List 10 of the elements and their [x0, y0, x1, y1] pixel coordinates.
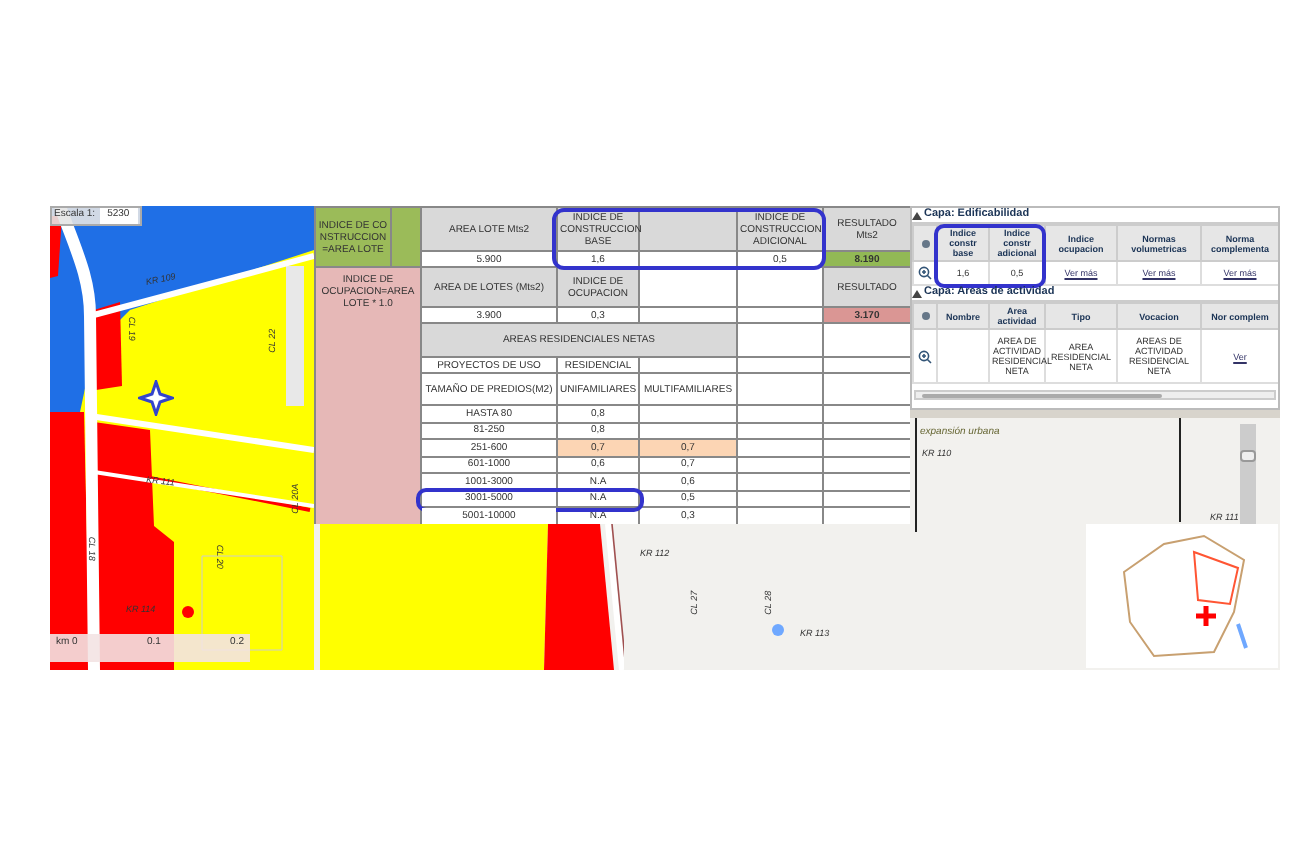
- collapse-triangle-icon[interactable]: [912, 211, 922, 219]
- location-dot-icon: [772, 624, 784, 636]
- zoom-in-icon[interactable]: [918, 266, 932, 280]
- zoom-in-icon[interactable]: [918, 349, 932, 363]
- zoom-slider-track[interactable]: [1240, 424, 1256, 524]
- location-dot-icon: [182, 606, 194, 618]
- collapse-triangle-icon[interactable]: [912, 289, 922, 297]
- location-star-icon: [138, 380, 174, 416]
- zoom-slider-thumb[interactable]: [1240, 450, 1256, 463]
- horizontal-scrollbar[interactable]: [914, 390, 1276, 400]
